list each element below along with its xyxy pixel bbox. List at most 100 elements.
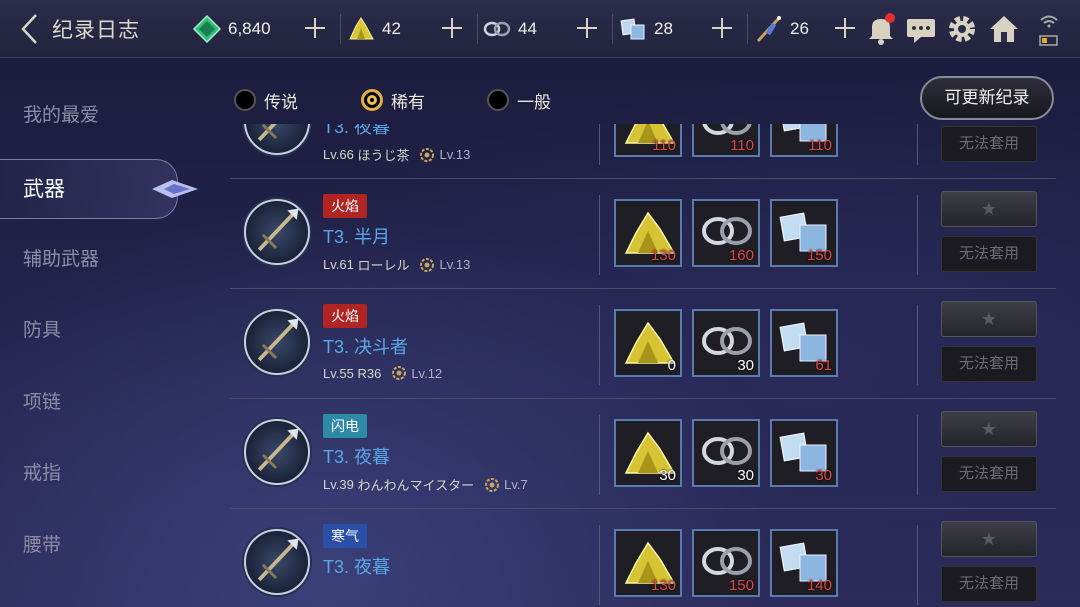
radio-icon[interactable] <box>234 89 256 111</box>
sidebar-item-necklace[interactable]: 项链 <box>0 373 220 433</box>
home-icon[interactable] <box>987 12 1021 46</box>
table-row[interactable]: 火焰 T3. 决斗者 Lv.55 R36 Lv.12 0 30 61 ★ 无法套用 <box>230 289 1056 399</box>
divider <box>477 14 478 44</box>
gear-level: Lv.7 <box>504 477 528 492</box>
apply-button[interactable]: 无法套用 <box>941 346 1037 382</box>
material-slot[interactable]: 110 <box>692 124 760 157</box>
add-gold-ore-button[interactable] <box>440 16 464 40</box>
active-indicator-icon <box>152 180 198 198</box>
material-slot[interactable]: 110 <box>770 124 838 157</box>
radio-selected-icon[interactable] <box>361 89 383 111</box>
currency-silver-ring: 44 <box>482 12 537 46</box>
table-row[interactable]: 寒气 T3. 夜暮 130 150 140 ★ 无法套用 <box>230 509 1056 607</box>
material-slot[interactable]: 130 <box>614 529 682 597</box>
divider <box>917 525 918 605</box>
element-badge: 闪电 <box>323 414 367 438</box>
material-slot[interactable]: 30 <box>614 419 682 487</box>
bell-icon[interactable] <box>864 12 898 46</box>
currency-gem: 6,840 <box>192 12 271 46</box>
weapon-icon[interactable] <box>244 419 310 485</box>
weapon-icon[interactable] <box>244 199 310 265</box>
material-slot[interactable]: 30 <box>692 309 760 377</box>
update-records-button[interactable]: 可更新纪录 <box>920 76 1054 120</box>
favorite-button[interactable]: ★ <box>941 301 1037 337</box>
favorite-button[interactable]: ★ <box>941 191 1037 227</box>
divider <box>747 14 748 44</box>
silver-ring-icon <box>483 21 511 37</box>
divider <box>917 195 918 275</box>
divider <box>599 124 600 165</box>
material-count: 110 <box>730 137 754 154</box>
material-slot[interactable]: 61 <box>770 309 838 377</box>
add-ice-crystal-button[interactable] <box>710 16 734 40</box>
filter-common[interactable]: 一般 <box>487 88 551 112</box>
star-icon: ★ <box>980 199 998 219</box>
top-bar: 纪录日志 6,840 42 44 28 26 <box>0 0 1080 58</box>
owner-name: わんわんマイスター <box>357 478 475 493</box>
enhance-gear-icon <box>392 366 407 380</box>
gold-ore-icon <box>349 17 374 40</box>
divider <box>599 525 600 605</box>
chat-icon[interactable] <box>904 12 938 46</box>
add-gem-button[interactable] <box>303 16 327 40</box>
divider <box>599 305 600 385</box>
sidebar-item-armor[interactable]: 防具 <box>0 301 220 361</box>
material-slot[interactable]: 150 <box>770 199 838 267</box>
material-count: 30 <box>737 357 754 374</box>
divider <box>917 305 918 385</box>
owner-level: Lv.39 <box>323 477 354 492</box>
filter-legendary[interactable]: 传说 <box>234 88 298 112</box>
material-count: 110 <box>652 137 676 154</box>
weapon-icon[interactable] <box>244 529 310 595</box>
ice-crystal-icon <box>620 18 645 40</box>
material-slot[interactable]: 160 <box>692 199 760 267</box>
favorite-button[interactable]: ★ <box>941 521 1037 557</box>
divider <box>599 195 600 275</box>
divider <box>612 14 613 44</box>
material-slot[interactable]: 30 <box>770 419 838 487</box>
apply-button[interactable]: 无法套用 <box>941 566 1037 602</box>
weapon-list: T3. 夜暮Lv.66 ほうじ茶Lv.13110110110★无法套用火焰T3.… <box>230 124 1058 607</box>
sidebar-item-ring[interactable]: 戒指 <box>0 444 220 504</box>
filter-rare[interactable]: 稀有 <box>361 88 425 112</box>
gear-icon[interactable] <box>945 12 979 46</box>
apply-button[interactable]: 无法套用 <box>941 456 1037 492</box>
add-silver-ring-button[interactable] <box>575 16 599 40</box>
material-slot[interactable]: 110 <box>614 124 682 157</box>
star-icon: ★ <box>980 419 998 439</box>
material-slot[interactable]: 30 <box>692 419 760 487</box>
owner-name: R36 <box>357 365 382 381</box>
weapon-icon[interactable] <box>244 309 310 375</box>
currency-ice-crystal: 28 <box>618 12 673 46</box>
gear-level: Lv.13 <box>439 147 471 162</box>
favorite-button[interactable]: ★ <box>941 411 1037 447</box>
table-row[interactable]: 闪电 T3. 夜暮 Lv.39 わんわんマイスター Lv.7 30 30 30 ★ 无法套用 <box>230 399 1056 509</box>
material-slot[interactable]: 150 <box>692 529 760 597</box>
weapon-icon[interactable] <box>244 124 310 155</box>
table-row[interactable]: 火焰 T3. 半月 Lv.61 ローレル Lv.13 130 160 150 ★ 无法套用 <box>230 179 1056 289</box>
gear-level: Lv.12 <box>411 365 443 381</box>
divider <box>917 415 918 495</box>
material-slot[interactable]: 130 <box>614 199 682 267</box>
back-arrow-icon[interactable] <box>18 12 42 46</box>
weapon-meta: Lv.39 わんわんマイスター Lv.7 <box>323 475 528 494</box>
weapon-name: T3. 夜暮 <box>323 557 391 577</box>
table-row[interactable]: T3. 夜暮Lv.66 ほうじ茶Lv.13110110110★无法套用 <box>230 124 1056 179</box>
divider <box>917 124 918 165</box>
material-slot[interactable]: 0 <box>614 309 682 377</box>
star-icon: ★ <box>980 309 998 329</box>
material-count: 150 <box>806 247 832 264</box>
radio-icon[interactable] <box>487 89 509 111</box>
material-count: 30 <box>659 467 676 484</box>
element-badge: 寒气 <box>323 524 367 548</box>
material-count: 140 <box>806 577 832 594</box>
gem-count: 6,840 <box>228 19 271 38</box>
sidebar-item-favorites[interactable]: 我的最爱 <box>0 86 220 146</box>
sidebar-item-sub-weapon[interactable]: 辅助武器 <box>0 230 220 290</box>
apply-button[interactable]: 无法套用 <box>941 126 1037 162</box>
add-dagger-scroll-button[interactable] <box>833 16 857 40</box>
sidebar-item-belt[interactable]: 腰带 <box>0 516 220 576</box>
owner-level: Lv.55 <box>323 365 354 381</box>
material-slot[interactable]: 140 <box>770 529 838 597</box>
apply-button[interactable]: 无法套用 <box>941 236 1037 272</box>
